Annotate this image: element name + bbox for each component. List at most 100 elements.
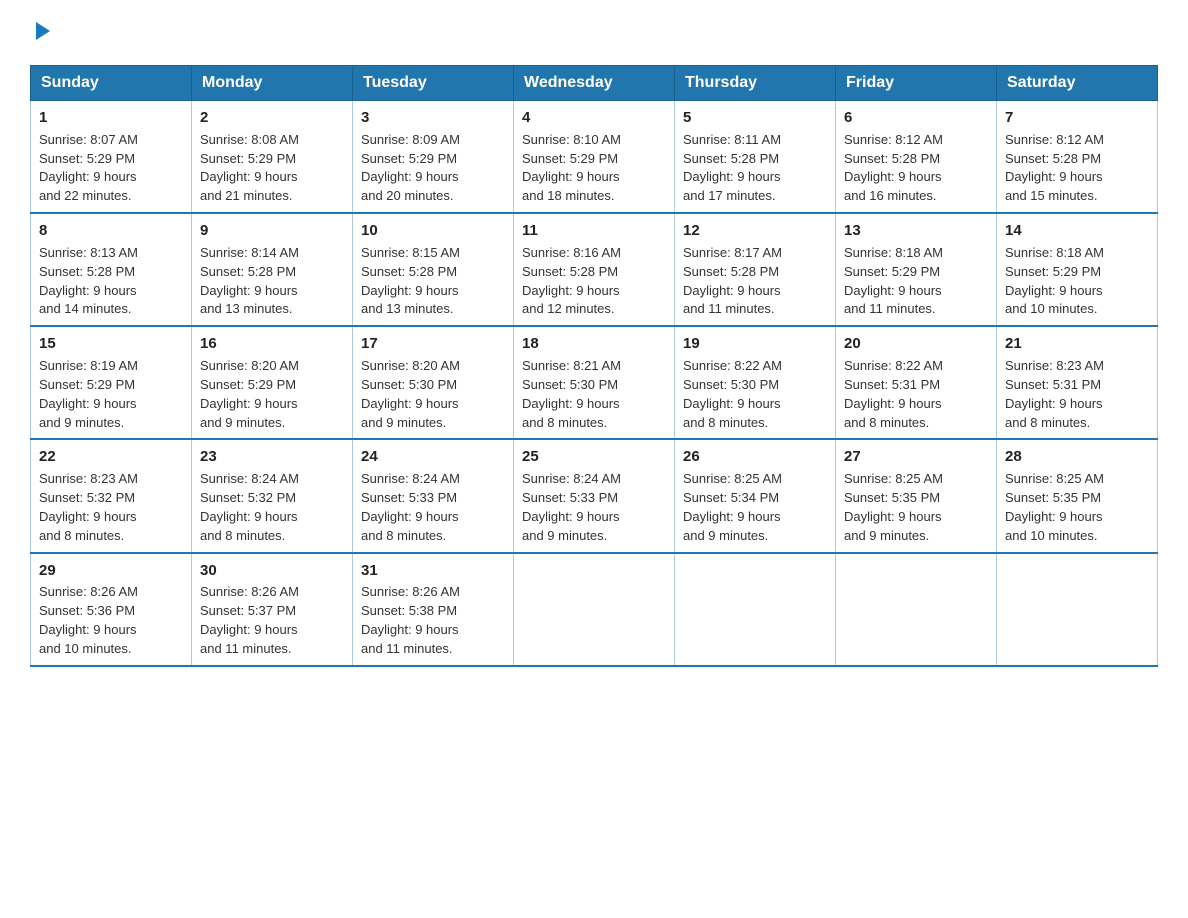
day-number: 2 <box>200 107 344 129</box>
sunset-info: Sunset: 5:35 PM <box>1005 490 1101 505</box>
sunset-info: Sunset: 5:29 PM <box>1005 264 1101 279</box>
daylight-minutes: and 11 minutes. <box>200 641 292 656</box>
sunrise-info: Sunrise: 8:25 AM <box>683 471 782 486</box>
daylight-info: Daylight: 9 hours <box>1005 396 1103 411</box>
day-number: 27 <box>844 446 988 468</box>
daylight-minutes: and 8 minutes. <box>522 415 607 430</box>
calendar-cell: 26 Sunrise: 8:25 AM Sunset: 5:34 PM Dayl… <box>675 439 836 552</box>
day-of-week-header: Friday <box>836 66 997 101</box>
daylight-minutes: and 15 minutes. <box>1005 188 1098 203</box>
calendar-cell: 8 Sunrise: 8:13 AM Sunset: 5:28 PM Dayli… <box>31 213 192 326</box>
daylight-minutes: and 11 minutes. <box>683 301 775 316</box>
calendar-cell: 19 Sunrise: 8:22 AM Sunset: 5:30 PM Dayl… <box>675 326 836 439</box>
sunrise-info: Sunrise: 8:23 AM <box>1005 358 1104 373</box>
calendar-cell: 15 Sunrise: 8:19 AM Sunset: 5:29 PM Dayl… <box>31 326 192 439</box>
page-header <box>30 20 1158 47</box>
day-number: 9 <box>200 220 344 242</box>
daylight-info: Daylight: 9 hours <box>200 622 298 637</box>
day-number: 25 <box>522 446 666 468</box>
daylight-minutes: and 9 minutes. <box>683 528 768 543</box>
daylight-info: Daylight: 9 hours <box>683 509 781 524</box>
daylight-minutes: and 13 minutes. <box>361 301 454 316</box>
daylight-minutes: and 9 minutes. <box>522 528 607 543</box>
calendar-cell: 27 Sunrise: 8:25 AM Sunset: 5:35 PM Dayl… <box>836 439 997 552</box>
day-of-week-header: Wednesday <box>514 66 675 101</box>
calendar-cell: 14 Sunrise: 8:18 AM Sunset: 5:29 PM Dayl… <box>997 213 1158 326</box>
sunrise-info: Sunrise: 8:20 AM <box>200 358 299 373</box>
sunrise-info: Sunrise: 8:08 AM <box>200 132 299 147</box>
sunset-info: Sunset: 5:30 PM <box>683 377 779 392</box>
sunset-info: Sunset: 5:29 PM <box>522 151 618 166</box>
sunset-info: Sunset: 5:38 PM <box>361 603 457 618</box>
calendar-cell: 24 Sunrise: 8:24 AM Sunset: 5:33 PM Dayl… <box>353 439 514 552</box>
daylight-minutes: and 9 minutes. <box>39 415 124 430</box>
daylight-minutes: and 14 minutes. <box>39 301 132 316</box>
sunset-info: Sunset: 5:28 PM <box>683 264 779 279</box>
calendar-cell: 3 Sunrise: 8:09 AM Sunset: 5:29 PM Dayli… <box>353 101 514 214</box>
daylight-minutes: and 22 minutes. <box>39 188 132 203</box>
daylight-info: Daylight: 9 hours <box>39 509 137 524</box>
daylight-info: Daylight: 9 hours <box>683 396 781 411</box>
sunrise-info: Sunrise: 8:25 AM <box>844 471 943 486</box>
daylight-info: Daylight: 9 hours <box>844 396 942 411</box>
day-number: 24 <box>361 446 505 468</box>
calendar-cell <box>675 553 836 666</box>
sunrise-info: Sunrise: 8:17 AM <box>683 245 782 260</box>
sunset-info: Sunset: 5:28 PM <box>844 151 940 166</box>
sunset-info: Sunset: 5:29 PM <box>844 264 940 279</box>
calendar-cell: 10 Sunrise: 8:15 AM Sunset: 5:28 PM Dayl… <box>353 213 514 326</box>
day-number: 31 <box>361 560 505 582</box>
sunrise-info: Sunrise: 8:24 AM <box>522 471 621 486</box>
sunset-info: Sunset: 5:28 PM <box>1005 151 1101 166</box>
day-of-week-header: Tuesday <box>353 66 514 101</box>
logo <box>30 20 52 47</box>
sunrise-info: Sunrise: 8:13 AM <box>39 245 138 260</box>
calendar-week-row: 8 Sunrise: 8:13 AM Sunset: 5:28 PM Dayli… <box>31 213 1158 326</box>
calendar-cell: 21 Sunrise: 8:23 AM Sunset: 5:31 PM Dayl… <box>997 326 1158 439</box>
sunrise-info: Sunrise: 8:18 AM <box>844 245 943 260</box>
sunset-info: Sunset: 5:37 PM <box>200 603 296 618</box>
sunset-info: Sunset: 5:28 PM <box>522 264 618 279</box>
calendar-week-row: 1 Sunrise: 8:07 AM Sunset: 5:29 PM Dayli… <box>31 101 1158 214</box>
calendar-cell: 25 Sunrise: 8:24 AM Sunset: 5:33 PM Dayl… <box>514 439 675 552</box>
sunrise-info: Sunrise: 8:12 AM <box>1005 132 1104 147</box>
sunset-info: Sunset: 5:29 PM <box>200 377 296 392</box>
calendar-week-row: 29 Sunrise: 8:26 AM Sunset: 5:36 PM Dayl… <box>31 553 1158 666</box>
daylight-minutes: and 16 minutes. <box>844 188 937 203</box>
day-number: 18 <box>522 333 666 355</box>
day-number: 19 <box>683 333 827 355</box>
sunset-info: Sunset: 5:31 PM <box>1005 377 1101 392</box>
calendar-cell: 23 Sunrise: 8:24 AM Sunset: 5:32 PM Dayl… <box>192 439 353 552</box>
sunrise-info: Sunrise: 8:19 AM <box>39 358 138 373</box>
daylight-info: Daylight: 9 hours <box>683 169 781 184</box>
sunset-info: Sunset: 5:36 PM <box>39 603 135 618</box>
sunset-info: Sunset: 5:34 PM <box>683 490 779 505</box>
sunset-info: Sunset: 5:28 PM <box>39 264 135 279</box>
sunrise-info: Sunrise: 8:10 AM <box>522 132 621 147</box>
day-number: 29 <box>39 560 183 582</box>
day-of-week-header: Monday <box>192 66 353 101</box>
sunset-info: Sunset: 5:29 PM <box>39 151 135 166</box>
daylight-minutes: and 10 minutes. <box>1005 301 1098 316</box>
daylight-info: Daylight: 9 hours <box>200 169 298 184</box>
calendar-cell: 16 Sunrise: 8:20 AM Sunset: 5:29 PM Dayl… <box>192 326 353 439</box>
sunset-info: Sunset: 5:28 PM <box>200 264 296 279</box>
daylight-info: Daylight: 9 hours <box>1005 509 1103 524</box>
daylight-minutes: and 9 minutes. <box>844 528 929 543</box>
sunrise-info: Sunrise: 8:24 AM <box>361 471 460 486</box>
sunrise-info: Sunrise: 8:09 AM <box>361 132 460 147</box>
calendar-cell: 2 Sunrise: 8:08 AM Sunset: 5:29 PM Dayli… <box>192 101 353 214</box>
calendar-week-row: 15 Sunrise: 8:19 AM Sunset: 5:29 PM Dayl… <box>31 326 1158 439</box>
daylight-info: Daylight: 9 hours <box>39 169 137 184</box>
calendar-cell: 7 Sunrise: 8:12 AM Sunset: 5:28 PM Dayli… <box>997 101 1158 214</box>
daylight-minutes: and 8 minutes. <box>200 528 285 543</box>
sunrise-info: Sunrise: 8:23 AM <box>39 471 138 486</box>
logo-arrow-icon <box>34 20 52 42</box>
calendar-table: SundayMondayTuesdayWednesdayThursdayFrid… <box>30 65 1158 667</box>
calendar-cell: 28 Sunrise: 8:25 AM Sunset: 5:35 PM Dayl… <box>997 439 1158 552</box>
daylight-info: Daylight: 9 hours <box>39 283 137 298</box>
daylight-info: Daylight: 9 hours <box>39 396 137 411</box>
sunrise-info: Sunrise: 8:20 AM <box>361 358 460 373</box>
day-number: 1 <box>39 107 183 129</box>
day-number: 10 <box>361 220 505 242</box>
